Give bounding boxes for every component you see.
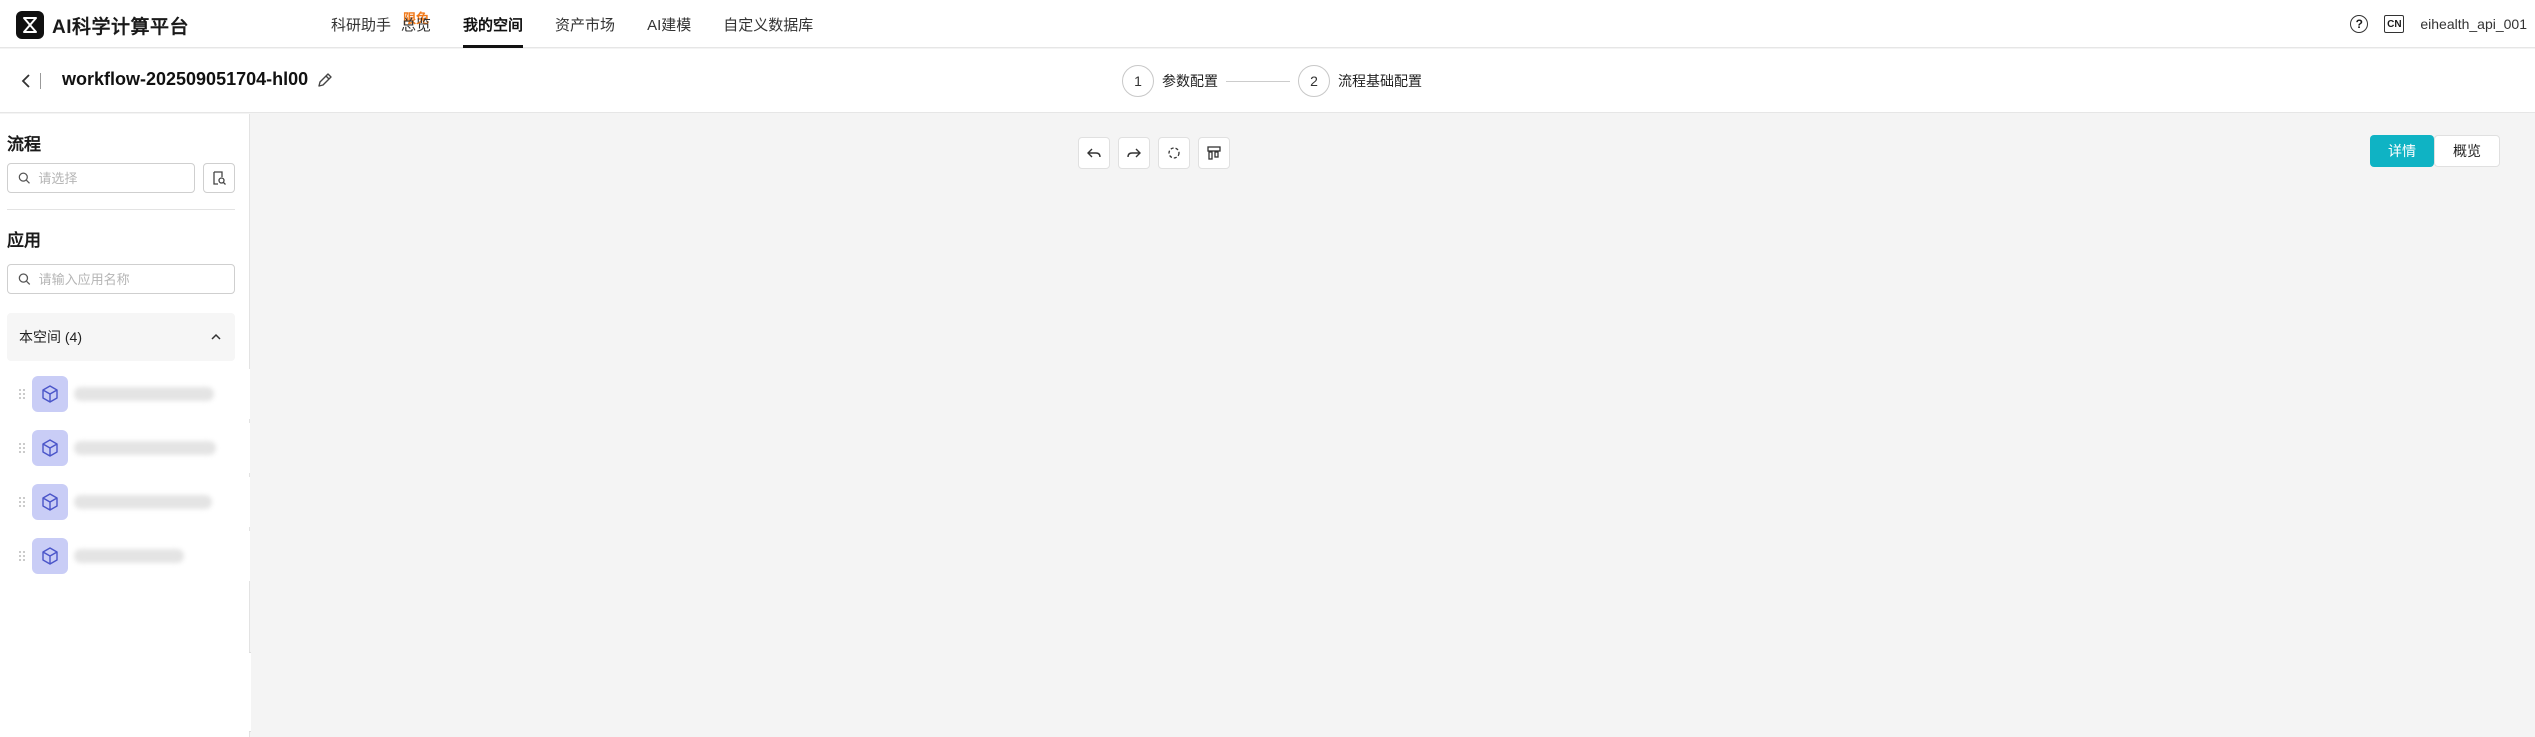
edit-icon[interactable] xyxy=(316,71,334,89)
username[interactable]: eihealth_api_001 xyxy=(2420,16,2527,32)
undo-button[interactable] xyxy=(1078,137,1110,169)
nav-research-assistant[interactable]: 科研助手 限免 xyxy=(331,0,429,48)
nav-label: 科研助手 xyxy=(331,16,392,34)
nav-label: 自定义数据库 xyxy=(723,16,814,34)
user-area: ? CN eihealth_api_001 xyxy=(2350,0,2527,48)
nav-overview[interactable]: 总览 xyxy=(401,0,431,48)
section-divider xyxy=(7,209,235,210)
workflow-header: workflow-202509051704-hl00 1 参数配置 2 流程基础… xyxy=(0,49,2535,113)
cube-icon xyxy=(32,484,68,520)
main-menu: 科研助手 限免 总览 我的空间 资产市场 AI建模 自定义数据库 xyxy=(331,0,845,48)
app-section-title: 应用 xyxy=(7,231,41,250)
cube-icon xyxy=(32,376,68,412)
nav-ai-modeling[interactable]: AI建模 xyxy=(647,0,691,48)
undo-icon xyxy=(1087,148,1101,158)
nav-label: 总览 xyxy=(401,16,432,34)
tab-details[interactable]: 详情 xyxy=(2370,135,2434,167)
drag-handle-icon[interactable] xyxy=(14,494,30,510)
app-name-redacted xyxy=(74,387,214,401)
app-name-redacted xyxy=(74,495,212,509)
step-label: 流程基础配置 xyxy=(1338,73,1422,89)
step-indicator: 1 参数配置 2 流程基础配置 xyxy=(1122,65,1422,97)
flow-search xyxy=(7,163,195,193)
app-item[interactable] xyxy=(10,423,250,473)
drag-handle-icon[interactable] xyxy=(14,440,30,456)
workflow-canvas[interactable] xyxy=(251,114,2535,737)
layout-icon xyxy=(1207,146,1221,160)
cube-icon xyxy=(32,430,68,466)
flow-section-title: 流程 xyxy=(7,135,41,154)
app-search xyxy=(7,264,235,294)
app-name-redacted xyxy=(74,441,216,455)
language-switch[interactable]: CN xyxy=(2384,15,2405,33)
group-label: 本空间 (4) xyxy=(19,329,82,345)
tab-overview[interactable]: 概览 xyxy=(2434,135,2500,167)
nav-my-space[interactable]: 我的空间 xyxy=(463,0,524,48)
nav-label: AI建模 xyxy=(647,16,692,34)
step-connector xyxy=(1226,80,1290,82)
canvas-toolbar xyxy=(1078,137,1230,169)
reset-button[interactable] xyxy=(1158,137,1190,169)
group-current-space[interactable]: 本空间 (4) xyxy=(7,313,235,361)
divider xyxy=(40,73,41,89)
step-number: 2 xyxy=(1298,65,1330,97)
redo-icon xyxy=(1127,148,1141,158)
step-basic-config[interactable]: 2 流程基础配置 xyxy=(1298,65,1422,97)
nav-label: 资产市场 xyxy=(555,16,616,34)
reset-icon xyxy=(1168,147,1180,159)
workflow-title: workflow-202509051704-hl00 xyxy=(62,69,309,89)
app-search-input[interactable] xyxy=(38,271,234,287)
flow-search-input[interactable] xyxy=(38,170,194,186)
brand-title: AI科学计算平台 xyxy=(52,16,190,38)
search-icon xyxy=(18,172,30,184)
drag-handle-icon[interactable] xyxy=(14,386,30,402)
app-item[interactable] xyxy=(10,369,250,419)
app-item[interactable] xyxy=(10,477,250,527)
app-name-redacted xyxy=(74,549,184,563)
chevron-up-icon xyxy=(211,333,221,340)
step-parameter-config[interactable]: 1 参数配置 xyxy=(1122,65,1218,97)
brand-logo[interactable]: AI科学计算平台 xyxy=(16,11,189,39)
search-icon xyxy=(18,273,31,285)
flow-filter-button[interactable] xyxy=(203,163,235,193)
help-icon[interactable]: ? xyxy=(2350,15,2369,33)
step-label: 参数配置 xyxy=(1162,73,1218,89)
search-document-icon xyxy=(213,171,226,185)
drag-handle-icon[interactable] xyxy=(14,548,30,564)
layout-button[interactable] xyxy=(1198,137,1230,169)
view-switch: 详情 概览 xyxy=(2370,135,2500,167)
redo-button[interactable] xyxy=(1118,137,1150,169)
nav-asset-market[interactable]: 资产市场 xyxy=(555,0,615,48)
left-sidebar: 流程 应用 本空间 (4) xyxy=(0,114,250,737)
app-item[interactable] xyxy=(10,531,250,581)
logo-icon xyxy=(16,11,44,39)
nav-label: 我的空间 xyxy=(463,16,524,34)
step-number: 1 xyxy=(1122,65,1154,97)
cube-icon xyxy=(32,538,68,574)
nav-custom-database[interactable]: 自定义数据库 xyxy=(723,0,813,48)
back-arrow-icon[interactable] xyxy=(16,71,36,91)
top-navigation: AI科学计算平台 科研助手 限免 总览 我的空间 资产市场 AI建模 自定义数据… xyxy=(0,0,2535,48)
